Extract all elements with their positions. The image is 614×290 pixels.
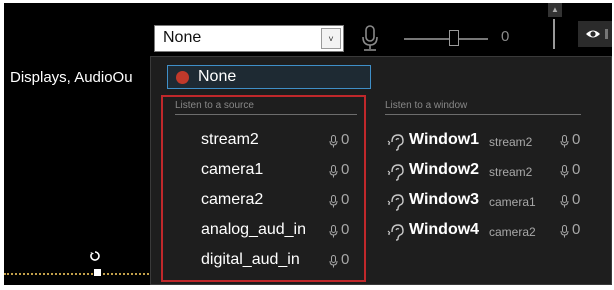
source-level: 0 [341, 221, 350, 238]
source-item-camera1[interactable]: camera1 0 [201, 161, 351, 183]
source-name: camera1 [201, 161, 264, 178]
background-label: Displays, AudioOu [10, 69, 133, 86]
microphone-icon [560, 165, 569, 178]
window-level: 0 [572, 191, 581, 208]
window-level: 0 [572, 221, 581, 238]
window-name: Window2 [409, 161, 480, 178]
window-item-window1[interactable]: Window1 stream2 0 [387, 131, 597, 153]
resize-handle[interactable] [94, 269, 101, 276]
microphone-icon [560, 195, 569, 208]
source-name: analog_aud_in [201, 221, 306, 238]
window-item-window2[interactable]: Window2 stream2 0 [387, 161, 597, 183]
scrollbar-track [553, 19, 555, 49]
window-level: 0 [572, 161, 581, 178]
ear-icon [387, 194, 404, 211]
volume-slider-track[interactable] [404, 38, 488, 40]
main-panel: Displays, AudioOu None ˅ 0 ▲ None Listen [4, 3, 612, 285]
volume-value: 0 [501, 28, 510, 45]
visibility-button[interactable] [578, 21, 612, 47]
mute-icon [176, 71, 189, 84]
eye-icon [586, 29, 608, 39]
microphone-icon [329, 225, 338, 238]
window-name: Window4 [409, 221, 480, 238]
microphone-icon [329, 165, 338, 178]
microphone-icon [329, 135, 338, 148]
audio-source-dropdown: None Listen to a source Listen to a wind… [150, 56, 612, 285]
microphone-icon[interactable] [360, 25, 380, 53]
source-level: 0 [341, 131, 350, 148]
ear-icon [387, 164, 404, 181]
ear-icon [387, 224, 404, 241]
window-item-window3[interactable]: Window3 camera1 0 [387, 191, 597, 213]
scroll-up-button[interactable]: ▲ [548, 3, 562, 17]
window-name: Window3 [409, 191, 480, 208]
microphone-icon [560, 225, 569, 238]
window-source: camera2 [489, 225, 536, 239]
source-level: 0 [341, 251, 350, 268]
source-name: digital_aud_in [201, 251, 300, 268]
window-item-window4[interactable]: Window4 camera2 0 [387, 221, 597, 243]
option-none[interactable]: None [167, 65, 371, 89]
combobox-value: None [163, 29, 202, 46]
source-item-stream2[interactable]: stream2 0 [201, 131, 351, 153]
window-level: 0 [572, 131, 581, 148]
window-source: stream2 [489, 135, 533, 149]
chevron-down-icon[interactable]: ˅ [321, 28, 341, 49]
ear-icon [387, 134, 404, 151]
volume-slider-thumb[interactable] [449, 30, 459, 46]
microphone-icon [560, 135, 569, 148]
source-name: camera2 [201, 191, 264, 208]
source-name: stream2 [201, 131, 259, 148]
window-source: stream2 [489, 165, 533, 179]
source-item-analog-aud-in[interactable]: analog_aud_in 0 [201, 221, 351, 243]
window-source: camera1 [489, 195, 536, 209]
window-name: Window1 [409, 131, 480, 148]
source-item-digital-aud-in[interactable]: digital_aud_in 0 [201, 251, 351, 273]
source-level: 0 [341, 161, 350, 178]
source-level: 0 [341, 191, 350, 208]
microphone-icon [329, 195, 338, 208]
refresh-icon[interactable] [90, 251, 100, 261]
option-none-label: None [198, 68, 237, 85]
background-partial-text: ... [276, 279, 284, 285]
audio-source-combobox[interactable]: None ˅ [154, 25, 344, 52]
source-item-camera2[interactable]: camera2 0 [201, 191, 351, 213]
microphone-icon [329, 255, 338, 268]
vertical-scrollbar[interactable]: ▲ [548, 3, 562, 49]
window-section-header: Listen to a window [385, 100, 581, 115]
